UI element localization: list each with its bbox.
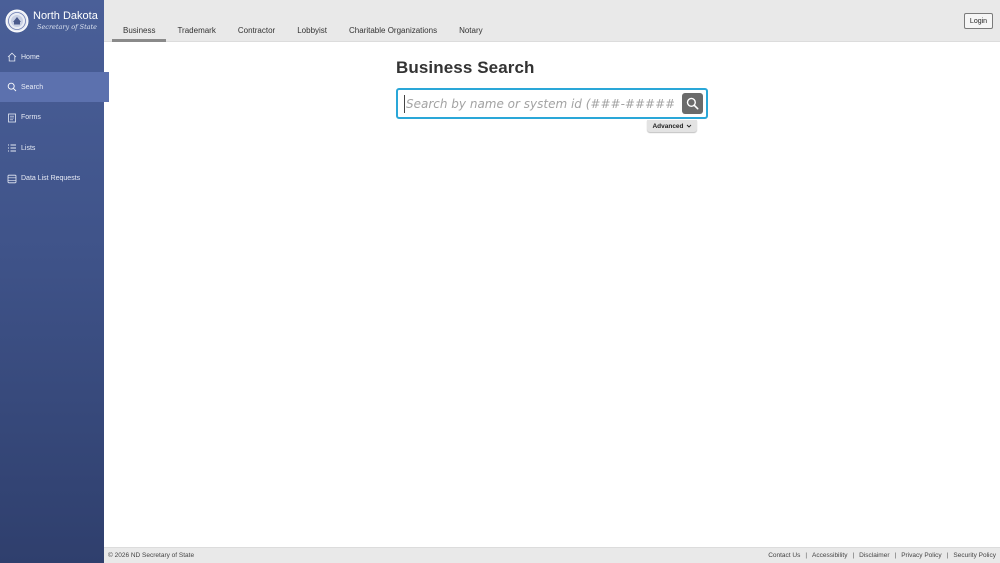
tab-business[interactable]: Business	[112, 0, 167, 42]
footer-link-disclaimer[interactable]: Disclaimer	[859, 552, 889, 559]
sidebar-item-forms[interactable]: Forms	[0, 103, 104, 133]
top-navigation-bar: Business Trademark Contractor Lobbyist C…	[104, 0, 1000, 42]
chevron-down-icon	[686, 124, 691, 128]
sidebar-item-lists[interactable]: Lists	[0, 133, 104, 163]
footer-separator: |	[894, 552, 897, 559]
tab-charitable-organizations[interactable]: Charitable Organizations	[338, 0, 448, 42]
advanced-label: Advanced	[652, 122, 684, 130]
search-button[interactable]	[682, 93, 703, 114]
search-input[interactable]	[404, 95, 674, 113]
sidebar-item-label: Lists	[21, 144, 36, 152]
tab-trademark[interactable]: Trademark	[166, 0, 226, 42]
sidebar-item-data-list-requests[interactable]: Data List Requests	[0, 164, 104, 194]
brand-subtitle: Secretary of State	[37, 23, 98, 32]
category-tabs: Business Trademark Contractor Lobbyist C…	[112, 0, 494, 42]
sidebar-nav: Home Search Forms Lists Data List Reques…	[0, 42, 109, 194]
sidebar-item-label: Forms	[21, 114, 41, 122]
footer-separator: |	[852, 552, 855, 559]
sidebar-item-label: Search	[21, 83, 44, 91]
footer-separator: |	[946, 552, 949, 559]
tab-notary[interactable]: Notary	[448, 0, 494, 42]
page-title: Business Search	[396, 58, 535, 77]
list-icon	[7, 143, 17, 153]
tab-lobbyist[interactable]: Lobbyist	[286, 0, 338, 42]
footer-link-accessibility[interactable]: Accessibility	[812, 552, 847, 559]
copyright-text: © 2026 ND Secretary of State	[108, 552, 195, 559]
forms-icon	[7, 113, 17, 123]
footer-link-security-policy[interactable]: Security Policy	[953, 552, 996, 559]
login-button[interactable]: Login	[964, 13, 993, 29]
advanced-search-toggle[interactable]: Advanced	[647, 120, 697, 132]
footer: © 2026 ND Secretary of State Contact Us …	[104, 547, 1000, 563]
footer-link-contact-us[interactable]: Contact Us	[768, 552, 800, 559]
sidebar-item-home[interactable]: Home	[0, 42, 104, 72]
state-seal-icon	[5, 9, 29, 33]
sidebar-item-label: Data List Requests	[21, 175, 81, 183]
tab-contractor[interactable]: Contractor	[227, 0, 286, 42]
search-icon	[7, 82, 17, 92]
footer-link-privacy-policy[interactable]: Privacy Policy	[901, 552, 941, 559]
sidebar-item-search[interactable]: Search	[0, 72, 109, 103]
sidebar-item-label: Home	[21, 53, 40, 61]
brand-logo-link[interactable]: North Dakota Secretary of State	[0, 0, 104, 42]
database-icon	[7, 174, 17, 184]
sidebar: North Dakota Secretary of State Home Sea…	[0, 0, 109, 563]
footer-links: Contact Us | Accessibility | Disclaimer …	[768, 552, 996, 559]
brand-title: North Dakota	[33, 10, 98, 23]
home-icon	[7, 52, 17, 62]
footer-separator: |	[805, 552, 808, 559]
search-box	[396, 88, 708, 119]
magnifier-icon	[686, 97, 699, 110]
